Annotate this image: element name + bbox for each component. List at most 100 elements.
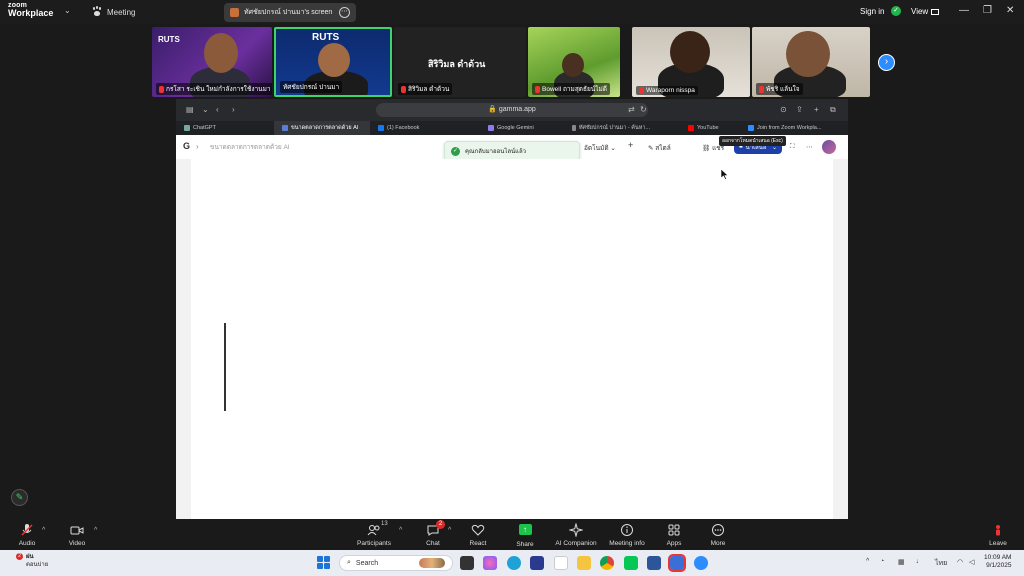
toast-text: คุณกลับมาออนไลน์แล้ว bbox=[465, 149, 527, 155]
mic-muted-icon bbox=[535, 85, 540, 93]
minimize-icon[interactable]: — bbox=[959, 5, 969, 16]
task-view-icon[interactable] bbox=[460, 556, 474, 570]
taskbar-clock[interactable]: 10:09 AM 9/1/2025 bbox=[984, 554, 1011, 571]
chat-options-caret[interactable]: ^ bbox=[448, 527, 451, 534]
taskbar-search[interactable]: ⌕ Search bbox=[339, 555, 453, 571]
participant-tile[interactable]: Bowell ถามสุดธัยน์ไม่ดี bbox=[528, 27, 620, 97]
maximize-icon[interactable]: ❐ bbox=[983, 5, 992, 16]
back-arrow-icon[interactable]: ‹ bbox=[216, 105, 219, 114]
next-page-arrow-icon[interactable]: › bbox=[878, 54, 895, 71]
chevron-up-icon[interactable]: ^ bbox=[866, 558, 869, 565]
chat-badge: 2 bbox=[436, 520, 445, 529]
wifi-icon[interactable]: ◠ bbox=[957, 558, 963, 566]
app-icon[interactable] bbox=[554, 556, 568, 570]
active-app-icon[interactable] bbox=[668, 554, 686, 572]
windows-start-icon[interactable] bbox=[317, 556, 330, 569]
share-icon[interactable]: ⇪ bbox=[796, 105, 803, 114]
tab-chatgpt[interactable]: ChatGPT bbox=[176, 121, 274, 135]
meeting-info-button[interactable]: Meeting info bbox=[602, 523, 652, 547]
meeting-label: Meeting bbox=[107, 7, 136, 17]
participant-head bbox=[670, 31, 710, 73]
copilot-icon[interactable] bbox=[483, 556, 497, 570]
fullscreen-icon[interactable]: ⛶ bbox=[790, 143, 795, 151]
tray-mic-icon[interactable]: ♩ bbox=[916, 558, 923, 565]
avatar[interactable] bbox=[822, 140, 836, 154]
more-options-icon[interactable]: ⋯ bbox=[339, 7, 350, 18]
meeting-tab[interactable]: Meeting bbox=[92, 7, 135, 17]
new-tab-icon[interactable]: + bbox=[814, 105, 819, 114]
tray-app-icon[interactable]: ◔ bbox=[880, 558, 884, 565]
sign-in-link[interactable]: Sign in bbox=[860, 7, 884, 16]
annotate-pencil-icon[interactable]: ✎ bbox=[11, 489, 28, 506]
paw-icon bbox=[92, 7, 102, 17]
search-highlight-image bbox=[419, 558, 445, 568]
chrome-icon[interactable] bbox=[600, 556, 614, 570]
tray-app-icon[interactable]: ▦ bbox=[898, 558, 905, 566]
reload-icon[interactable]: ↻ bbox=[640, 105, 647, 114]
react-button[interactable]: React bbox=[453, 523, 503, 547]
leave-button[interactable]: Leave bbox=[973, 523, 1023, 547]
gamma-logo-icon[interactable]: G bbox=[183, 141, 190, 151]
forward-arrow-icon[interactable]: › bbox=[232, 105, 235, 114]
language-indicator[interactable]: ไทย bbox=[935, 558, 947, 569]
translate-icon[interactable]: ⇄ bbox=[628, 105, 635, 114]
view-button[interactable]: View bbox=[911, 7, 940, 16]
zoom-workplace-logo[interactable]: zoom Workplace bbox=[8, 2, 53, 18]
edge-icon[interactable] bbox=[507, 556, 521, 570]
present-tooltip: ออกจากโหมดนำเสนอ (Esc) bbox=[719, 136, 786, 146]
tab-overview-icon[interactable]: ⧉ bbox=[830, 105, 836, 115]
card-page[interactable] bbox=[191, 159, 833, 519]
tab-search[interactable]: ทัศชัยปกรณ์ ปานมา - ค้นหา... bbox=[554, 121, 658, 135]
store-icon[interactable] bbox=[530, 556, 544, 570]
shared-screen-pill[interactable]: ทัศชัยปกรณ์ ปานมา's screen ⋯ bbox=[224, 3, 356, 22]
tab-gemini[interactable]: Google Gemini bbox=[466, 121, 554, 135]
leave-icon bbox=[991, 523, 1005, 537]
apps-button[interactable]: Apps bbox=[649, 523, 699, 547]
chevron-right-icon[interactable]: › bbox=[196, 142, 199, 151]
chevron-down-icon[interactable]: ⌄ bbox=[202, 105, 209, 114]
ai-companion-button[interactable]: AI Companion bbox=[551, 522, 601, 547]
participant-tile[interactable]: RUTS กรโสา ระเชิน ใหม่กำลังการใช้งานมา bbox=[152, 27, 272, 97]
participant-head bbox=[318, 43, 350, 77]
theme-button[interactable]: ✎ สไตล์ bbox=[648, 143, 671, 153]
participant-head bbox=[786, 31, 830, 77]
tab-facebook[interactable]: (1) Facebook bbox=[370, 121, 466, 135]
share-screen-button[interactable]: ↑ Share bbox=[500, 523, 550, 548]
participant-tile[interactable]: สิริวิมล ดำด้วน สิริวิมล ดำด้วน bbox=[394, 27, 526, 97]
tab-gamma[interactable]: ขนาดตลาดการตลาดด้วย AI bbox=[274, 121, 370, 135]
mic-muted-icon bbox=[639, 87, 644, 94]
more-button[interactable]: More bbox=[693, 523, 743, 547]
participant-tile[interactable]: พัชริ แล้นใจ bbox=[752, 27, 870, 97]
more-options-icon[interactable]: ⋯ bbox=[806, 143, 813, 151]
participants-options-caret[interactable]: ^ bbox=[399, 527, 402, 534]
participant-tile-active-speaker[interactable]: RUTS ทัศชัยปกรณ์ ปานมา bbox=[274, 27, 392, 97]
add-button[interactable]: + bbox=[628, 140, 633, 150]
participant-name-tag: ทัศชัยปกรณ์ ปานมา bbox=[280, 81, 343, 93]
video-options-caret[interactable]: ^ bbox=[94, 527, 97, 534]
participants-button[interactable]: 13 Participants bbox=[349, 521, 399, 547]
chevron-down-icon[interactable]: ⌄ bbox=[64, 6, 71, 15]
search-icon: ⌕ bbox=[347, 559, 351, 566]
participant-tile[interactable]: Waraporn nisspa bbox=[632, 27, 750, 97]
line-icon[interactable] bbox=[624, 556, 638, 570]
close-icon[interactable]: ✕ bbox=[1006, 5, 1014, 16]
doc-title[interactable]: ขนาดตลาดการตลาดด้วย AI bbox=[210, 142, 290, 152]
youtube-icon bbox=[688, 125, 694, 131]
tab-zoom[interactable]: Join from Zoom Workpla... bbox=[738, 121, 848, 135]
sparkle-icon bbox=[568, 522, 584, 538]
zoom-app-icon[interactable] bbox=[694, 556, 708, 570]
file-explorer-icon[interactable] bbox=[577, 556, 591, 570]
word-icon[interactable] bbox=[647, 556, 661, 570]
download-icon[interactable]: ⊙ bbox=[780, 105, 787, 114]
sidebar-icon[interactable]: ▤ bbox=[186, 105, 194, 114]
security-shield-icon[interactable]: ✓ bbox=[891, 6, 901, 16]
mic-muted-icon bbox=[759, 85, 764, 93]
mic-muted-icon bbox=[159, 85, 164, 93]
autosave-dropdown[interactable]: อัตโนมัติ ⌄ bbox=[584, 143, 616, 153]
more-dots-icon bbox=[711, 523, 725, 537]
audio-options-caret[interactable]: ^ bbox=[42, 527, 45, 534]
volume-icon[interactable]: ◁ bbox=[969, 558, 974, 566]
info-icon bbox=[620, 523, 634, 537]
address-bar[interactable]: 🔒 gamma.app bbox=[376, 103, 648, 117]
tab-youtube[interactable]: YouTube bbox=[658, 121, 738, 135]
